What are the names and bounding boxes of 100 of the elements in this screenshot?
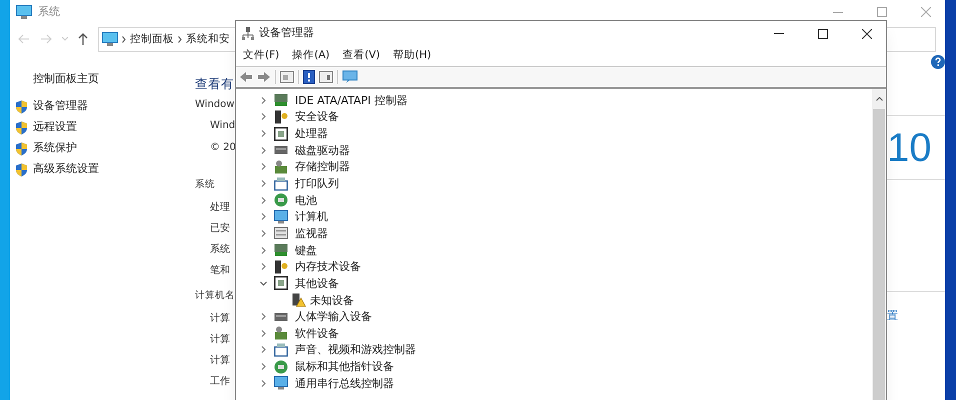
maximize-icon	[818, 28, 828, 38]
scroll-up-icon[interactable]	[876, 97, 882, 101]
info-label: 已安	[210, 222, 230, 236]
expand-chevron-icon[interactable]	[260, 196, 267, 204]
control-panel-home-link[interactable]: 控制面板主页	[15, 71, 195, 96]
section-heading: Window	[195, 98, 234, 112]
tree-item[interactable]: 键盘	[295, 244, 317, 256]
sidebar-link[interactable]: 远程设置	[33, 119, 77, 136]
tree-item[interactable]: 通用串行总线控制器	[295, 378, 394, 389]
back-icon[interactable]	[239, 71, 253, 83]
monitor-icon	[16, 5, 32, 20]
device-icon	[274, 243, 288, 258]
section-heading: 系统	[195, 178, 215, 192]
expand-chevron-icon[interactable]	[260, 230, 267, 237]
device-icon	[274, 110, 288, 124]
device-icon	[274, 210, 288, 224]
address-bar[interactable]: 控制面板 系统和安	[98, 26, 235, 52]
up-icon[interactable]	[78, 33, 88, 46]
tree-item[interactable]: 电池	[295, 194, 317, 206]
tree-item[interactable]: 存储控制器	[295, 161, 350, 172]
shield-icon	[15, 142, 28, 156]
expand-chevron-icon[interactable]	[260, 146, 267, 154]
info-label: 处理	[210, 200, 230, 215]
device-icon	[274, 326, 288, 340]
info-label: 系统	[210, 242, 230, 257]
tree-item[interactable]: 鼠标和其他指针设备	[295, 361, 394, 372]
tree-item[interactable]: 计算机	[295, 211, 328, 222]
minimize-icon	[774, 33, 784, 34]
device-icon	[274, 226, 288, 240]
device-icon	[274, 93, 288, 108]
tree-item[interactable]: 软件设备	[295, 328, 339, 339]
info-label: 工作	[210, 375, 230, 389]
shield-icon	[15, 120, 28, 134]
sidebar-link[interactable]: 系统保护	[33, 140, 77, 157]
expand-chevron-icon[interactable]	[260, 130, 267, 138]
device-icon	[274, 276, 288, 290]
expand-chevron-icon[interactable]	[260, 346, 267, 354]
info-label: 计算	[210, 312, 230, 326]
expand-chevron-icon[interactable]	[260, 96, 267, 104]
tree-item[interactable]: 打印队列	[295, 178, 339, 190]
page-heading: 查看有	[195, 75, 234, 93]
expand-chevron-icon[interactable]	[260, 180, 267, 188]
info-label: 计算	[210, 332, 230, 347]
monitor-icon	[102, 32, 118, 46]
tree-item[interactable]: 未知设备	[310, 294, 354, 306]
expand-chevron-icon[interactable]	[260, 213, 267, 220]
tree-item[interactable]: 内存技术设备	[295, 261, 361, 272]
tree-item[interactable]: 其他设备	[295, 278, 339, 289]
tree-item[interactable]: 人体学输入设备	[295, 311, 372, 322]
help-icon[interactable]	[303, 70, 315, 84]
separator-icon	[122, 36, 126, 43]
expand-chevron-icon[interactable]	[260, 363, 267, 370]
menu-item[interactable]: 操作(A)	[292, 48, 330, 64]
menu-item[interactable]: 查看(V)	[342, 48, 380, 64]
breadcrumb-item[interactable]: 控制面板	[130, 32, 174, 48]
close-icon	[862, 28, 872, 38]
expand-chevron-icon[interactable]	[260, 380, 267, 387]
tree-item[interactable]: 声音、视频和游戏控制器	[295, 344, 416, 356]
help-icon[interactable]	[931, 55, 945, 70]
menu-item[interactable]: 帮助(H)	[393, 48, 432, 64]
device-icon	[274, 126, 288, 141]
expand-chevron-icon[interactable]	[260, 113, 267, 120]
device-icon	[274, 342, 288, 357]
expand-chevron-icon[interactable]	[260, 263, 267, 270]
tree-item[interactable]: 安全设备	[295, 111, 339, 122]
device-icon	[274, 160, 288, 174]
device-icon	[274, 176, 288, 191]
device-icon	[274, 260, 288, 274]
expand-chevron-icon[interactable]	[260, 246, 267, 254]
info-label: 笔和	[210, 264, 230, 278]
device-icon	[274, 360, 288, 374]
device-icon	[274, 193, 288, 208]
properties-icon[interactable]	[280, 71, 294, 83]
collapse-chevron-icon[interactable]	[260, 280, 267, 287]
warning-device-icon	[292, 293, 306, 307]
scrollbar[interactable]	[872, 89, 886, 400]
window-title: 系统	[38, 4, 60, 20]
forward-icon[interactable]	[257, 71, 271, 83]
expand-chevron-icon[interactable]	[260, 313, 267, 320]
expand-chevron-icon[interactable]	[260, 330, 267, 337]
sidebar-link[interactable]: 设备管理器	[33, 98, 88, 115]
info-label: 计算	[210, 354, 230, 368]
minimize-icon	[833, 12, 843, 13]
update-driver-icon[interactable]	[319, 71, 333, 83]
tree-item[interactable]: 处理器	[295, 128, 328, 140]
info-text: Wind	[210, 119, 236, 133]
expand-chevron-icon[interactable]	[260, 163, 267, 170]
tree-item[interactable]: IDE ATA/ATAPI 控制器	[295, 94, 408, 106]
breadcrumb-item[interactable]: 系统和安	[186, 32, 230, 48]
shield-icon	[15, 162, 28, 176]
computer-tree-icon	[242, 27, 254, 40]
monitor-scan-icon[interactable]	[342, 70, 358, 84]
windows-logo-text: 10	[887, 128, 932, 168]
separator-icon	[178, 36, 182, 43]
shield-icon	[15, 100, 28, 114]
settings-link[interactable]: 置	[887, 309, 898, 322]
tree-item[interactable]: 磁盘驱动器	[295, 144, 350, 156]
tree-item[interactable]: 监视器	[295, 228, 328, 239]
menu-item[interactable]: 文件(F)	[243, 48, 280, 64]
sidebar-link[interactable]: 高级系统设置	[33, 161, 99, 178]
